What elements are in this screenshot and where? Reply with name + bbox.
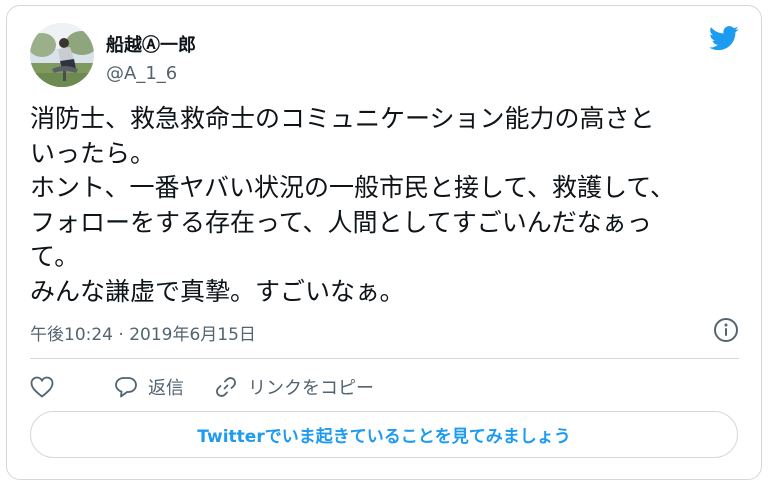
tweet-text: 消防士、救急救命士のコミュニケーション能力の高さと いったら。 ホント、一番ヤバ… [30, 104, 676, 306]
heart-icon [30, 376, 54, 398]
see-whats-happening-button[interactable]: Twitterでいま起きていることを見てみましょう [30, 411, 738, 458]
tweet-timestamp[interactable]: 午後10:24 · 2019年6月15日 [30, 320, 256, 345]
twitter-bird-icon[interactable] [709, 26, 739, 55]
avatar-image [30, 23, 94, 87]
link-icon [216, 377, 236, 397]
info-icon[interactable] [713, 317, 739, 347]
reply-label: 返信 [148, 378, 184, 399]
reply-button[interactable]: 返信 [114, 374, 184, 400]
user-handle[interactable]: @A_1_6 [106, 63, 177, 84]
copy-link-label: リンクをコピー [248, 378, 374, 399]
action-bar: 返信 リンクをコピー [30, 372, 404, 402]
avatar[interactable] [30, 23, 94, 87]
display-name[interactable]: 船越Ⓐ一郎 [106, 31, 196, 57]
tweet-card[interactable]: 船越Ⓐ一郎 @A_1_6 消防士、救急救命士のコミュニケーション能力の高さと い… [6, 5, 762, 480]
like-button[interactable] [30, 376, 64, 398]
divider [30, 358, 739, 359]
copy-link-button[interactable]: リンクをコピー [214, 374, 374, 400]
speech-bubble-icon [115, 377, 137, 398]
